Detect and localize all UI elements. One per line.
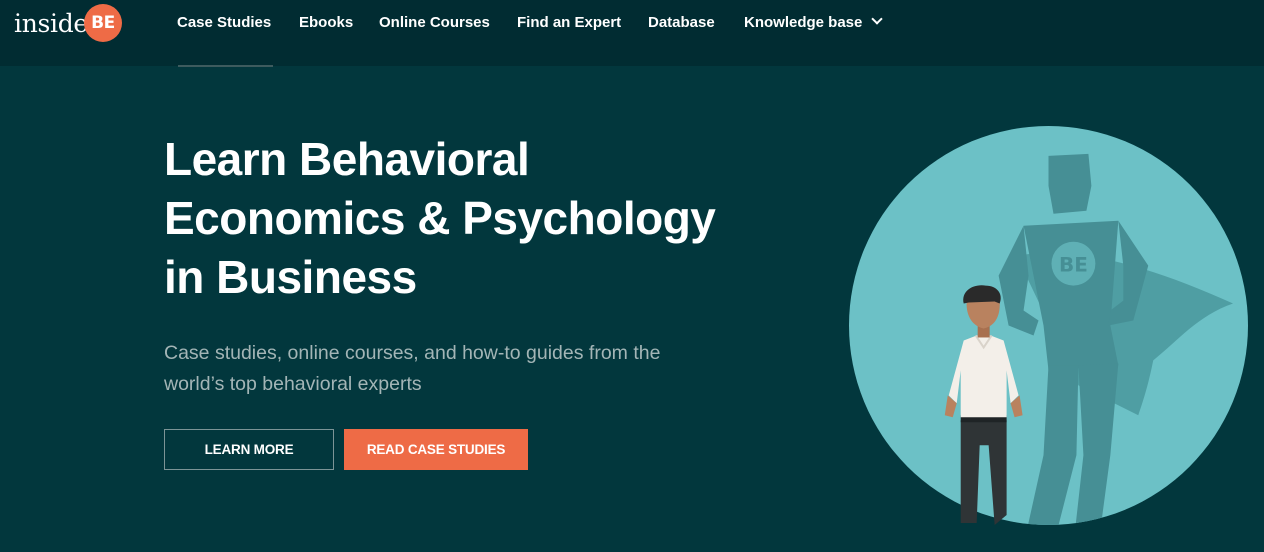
nav-item-knowledge-base-label: Knowledge base	[744, 14, 863, 31]
hero-subtitle: Case studies, online courses, and how-to…	[164, 338, 744, 400]
hero-title-line: in Business	[164, 251, 417, 303]
logo-text: inside	[14, 8, 88, 38]
logo-badge: BE	[83, 4, 122, 42]
nav-item-knowledge-base[interactable]: Knowledge base	[744, 13, 884, 31]
nav-item-case-studies[interactable]: Case Studies	[177, 14, 271, 31]
nav-item-find-an-expert[interactable]: Find an Expert	[517, 14, 621, 31]
top-navigation-bar: inside BE Case Studies Ebooks Online Cou…	[0, 0, 1264, 66]
nav-item-ebooks[interactable]: Ebooks	[299, 14, 353, 31]
read-case-studies-button[interactable]: READ CASE STUDIES	[344, 429, 528, 470]
learn-more-button[interactable]: LEARN MORE	[164, 429, 334, 470]
nav-item-online-courses[interactable]: Online Courses	[379, 14, 490, 31]
nav-active-indicator	[178, 65, 273, 67]
shadow-emblem-text: BE	[1059, 253, 1088, 277]
hero-subtitle-line: Case studies, online courses, and how-to…	[164, 342, 661, 364]
hero-title: Learn Behavioral Economics & Psychology …	[164, 130, 784, 307]
hero-illustration: BE	[849, 126, 1248, 525]
hero-title-line: Learn Behavioral	[164, 133, 530, 185]
chevron-down-icon	[871, 13, 884, 25]
hero-title-line: Economics & Psychology	[164, 192, 716, 244]
hero-subtitle-line: world’s top behavioral experts	[164, 373, 422, 395]
insidebe-logo[interactable]: inside BE	[14, 3, 122, 43]
nav-item-database[interactable]: Database	[648, 14, 715, 31]
